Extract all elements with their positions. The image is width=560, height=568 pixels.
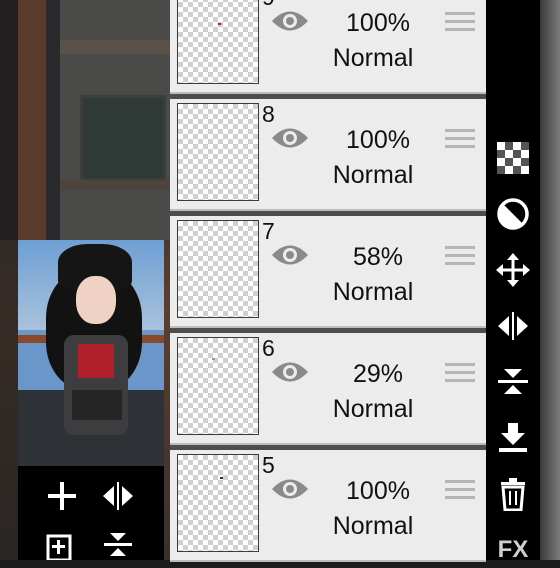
layer-tools-bar <box>18 466 164 560</box>
layer-opacity[interactable]: 100% <box>338 9 418 38</box>
preview-character-face <box>76 276 116 324</box>
eye-icon[interactable] <box>270 359 310 385</box>
layer-blend-mode[interactable]: Normal <box>318 395 428 424</box>
flip-horizontal-icon[interactable] <box>100 478 136 514</box>
eye-icon[interactable] <box>270 8 310 34</box>
eye-icon[interactable] <box>270 476 310 502</box>
layer-blend-mode[interactable]: Normal <box>318 278 428 307</box>
layer-thumbnail[interactable] <box>177 220 259 318</box>
thumbnail-mark <box>218 23 221 25</box>
layers-panel: 9 100% Normal 8 100% Normal 7 58% Normal… <box>170 0 486 562</box>
canvas-artwork-beam <box>60 40 170 54</box>
add-layer-icon[interactable] <box>44 478 80 514</box>
eye-icon[interactable] <box>270 242 310 268</box>
drag-handle-icon[interactable] <box>445 129 475 155</box>
layer-row[interactable]: 9 100% Normal <box>170 0 486 94</box>
fx-icon[interactable]: FX <box>494 532 532 568</box>
layer-row[interactable]: 5 100% Normal <box>170 450 486 562</box>
layer-thumbnail[interactable] <box>177 337 259 435</box>
layer-thumbnail[interactable] <box>177 103 259 201</box>
layer-preview-image <box>18 240 164 466</box>
layer-opacity[interactable]: 29% <box>338 360 418 389</box>
flip-horizontal-icon[interactable] <box>494 308 532 344</box>
transparency-icon[interactable] <box>494 140 532 176</box>
trash-icon[interactable] <box>494 476 532 512</box>
thumbnail-mark <box>212 358 215 360</box>
layer-actions-bar: FX <box>486 0 540 563</box>
layer-opacity[interactable]: 58% <box>338 243 418 272</box>
merge-down-icon[interactable] <box>100 530 136 560</box>
layer-row[interactable]: 6 29% Normal <box>170 333 486 445</box>
download-icon[interactable] <box>494 420 532 456</box>
layer-number: 6 <box>262 335 275 361</box>
drag-handle-icon[interactable] <box>445 480 475 506</box>
layer-opacity[interactable]: 100% <box>338 477 418 506</box>
merge-down-icon[interactable] <box>494 364 532 400</box>
layer-number: 7 <box>262 218 275 244</box>
clipping-icon[interactable] <box>494 196 532 232</box>
move-icon[interactable] <box>494 252 532 288</box>
layer-opacity[interactable]: 100% <box>338 126 418 155</box>
screen-edge <box>540 0 560 560</box>
canvas-artwork-beam <box>60 180 170 190</box>
drag-handle-icon[interactable] <box>445 246 475 272</box>
eye-icon[interactable] <box>270 125 310 151</box>
drag-handle-icon[interactable] <box>445 12 475 38</box>
layer-thumbnail[interactable] <box>177 454 259 552</box>
layer-number: 5 <box>262 452 275 478</box>
layer-row[interactable]: 8 100% Normal <box>170 99 486 211</box>
drag-handle-icon[interactable] <box>445 363 475 389</box>
thumbnail-mark <box>220 477 223 479</box>
add-image-layer-icon[interactable] <box>44 530 80 560</box>
canvas-artwork-window <box>80 95 166 181</box>
layer-row[interactable]: 7 58% Normal <box>170 216 486 328</box>
layer-blend-mode[interactable]: Normal <box>318 512 428 541</box>
layer-blend-mode[interactable]: Normal <box>318 44 428 73</box>
preview-character-belt <box>72 390 122 420</box>
canvas-edge <box>0 0 18 560</box>
layer-thumbnail[interactable] <box>177 0 259 84</box>
layer-blend-mode[interactable]: Normal <box>318 161 428 190</box>
layer-number: 8 <box>262 101 275 127</box>
preview-character-scarf <box>78 344 114 378</box>
